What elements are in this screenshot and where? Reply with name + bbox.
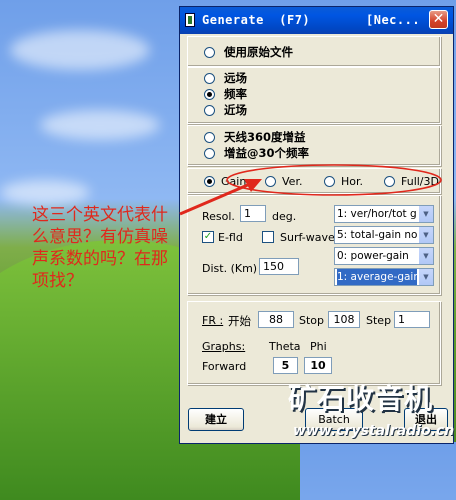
arrow-line	[179, 182, 251, 216]
watermark-brand: 矿石收音机	[288, 382, 434, 415]
watermark-url: www.crystalradio.cn	[293, 423, 455, 439]
annotation-question: 这三个英文代表什么意思？有仿真噪声系数的吗？在那项找？	[32, 205, 168, 291]
